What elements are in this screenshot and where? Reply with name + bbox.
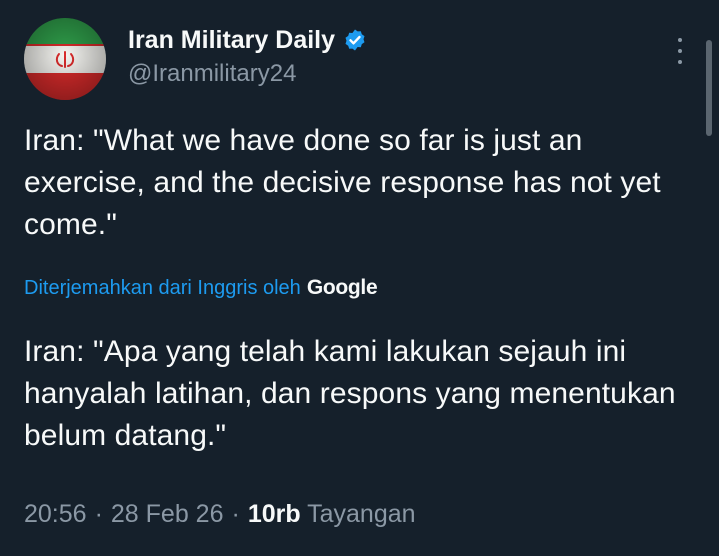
views[interactable]: 10rb Tayangan <box>248 500 416 529</box>
tweet: Iran Military Daily @Iranmilitary24 Iran… <box>0 0 719 556</box>
handle[interactable]: @Iranmilitary24 <box>128 60 367 88</box>
google-wordmark: Google <box>306 276 378 299</box>
display-name[interactable]: Iran Military Daily <box>128 26 335 55</box>
tweet-metadata: 20:56 · 28 Feb 26 · 10rb Tayangan <box>24 500 416 529</box>
translation-link[interactable]: Diterjemahkan dari Inggris oleh <box>24 277 301 300</box>
dot <box>678 49 682 53</box>
dot <box>678 60 682 64</box>
tweet-translated-text: Iran: "Apa yang telah kami lakukan sejau… <box>24 335 676 452</box>
dot <box>678 38 682 42</box>
avatar[interactable] <box>24 18 106 100</box>
views-label: Tayangan <box>307 500 416 528</box>
translation-attribution: Diterjemahkan dari Inggris oleh Google <box>24 276 378 300</box>
tweet-time[interactable]: 20:56 <box>24 500 87 529</box>
more-options-icon[interactable] <box>670 38 690 64</box>
tweet-date[interactable]: 28 Feb 26 <box>111 500 224 529</box>
author-info: Iran Military Daily @Iranmilitary24 <box>128 24 367 88</box>
separator: · <box>231 500 240 528</box>
iran-flag-icon <box>24 18 106 100</box>
separator: · <box>94 500 103 528</box>
scrollbar[interactable] <box>706 40 712 136</box>
verified-badge-icon <box>345 29 365 51</box>
tweet-original-text: Iran: "What we have done so far is just … <box>24 124 661 241</box>
views-count: 10rb <box>247 500 301 528</box>
